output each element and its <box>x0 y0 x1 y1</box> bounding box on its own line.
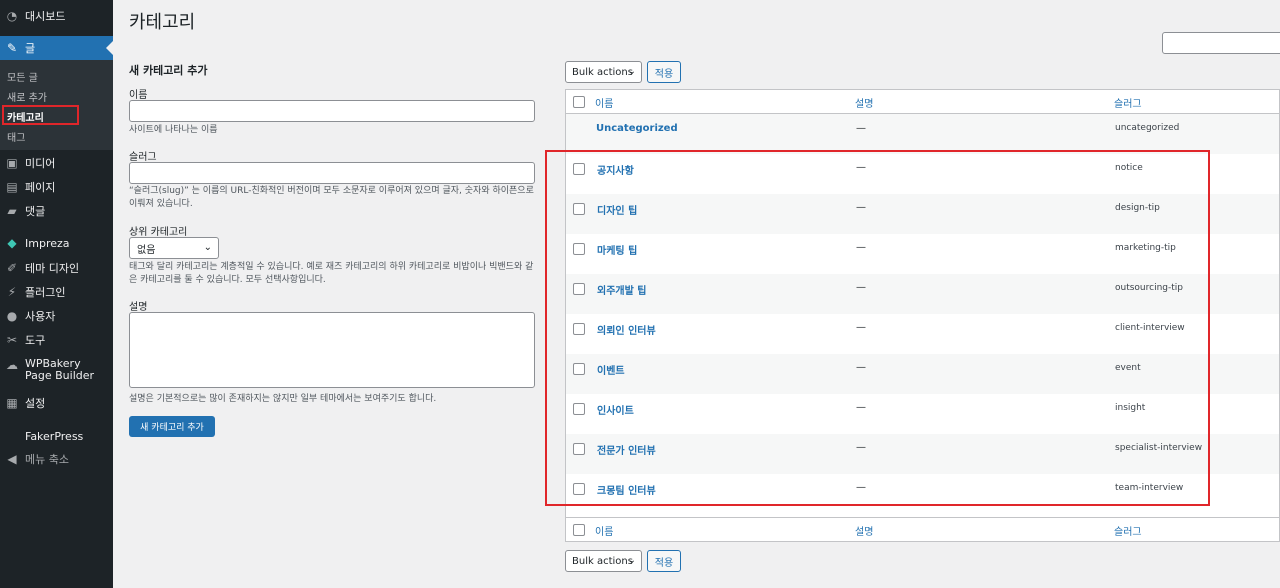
sidebar-item-label: 테마 디자인 <box>25 262 80 275</box>
page-title: 카테고리 <box>129 12 196 33</box>
sidebar-item-dashboard[interactable]: ◔ 대시보드 <box>0 4 113 28</box>
submenu-all-posts[interactable]: 모든 글 <box>7 69 38 84</box>
sidebar-item-impreza[interactable]: ◆ Impreza <box>0 231 113 255</box>
bulk-actions-label: Bulk actions <box>572 555 633 567</box>
select-all-checkbox-footer[interactable] <box>573 524 585 536</box>
column-slug-header[interactable]: 슬러그 <box>1114 95 1142 110</box>
diamond-icon: ◆ <box>7 236 17 250</box>
name-help: 사이트에 나타나는 이름 <box>129 125 218 135</box>
chevron-down-icon: ⌄ <box>203 242 212 253</box>
slug-help: “슬러그(slug)” 는 이름의 URL-친화적인 버전이며 모두 소문자로 … <box>129 186 534 209</box>
sidebar-item-label: Impreza <box>25 236 70 250</box>
apply-button-top[interactable]: 적용 <box>647 61 681 83</box>
sidebar-item-tools[interactable]: ✂ 도구 <box>0 328 113 352</box>
parent-category-select[interactable]: 없음 ⌄ <box>129 237 219 259</box>
sidebar-item-label: 플러그인 <box>25 286 66 299</box>
sidebar-item-pages[interactable]: ▤ 페이지 <box>0 175 113 199</box>
user-icon: ● <box>6 309 18 323</box>
settings-icon: ▦ <box>6 396 18 410</box>
column-description-footer[interactable]: 설명 <box>855 523 873 538</box>
description-textarea[interactable] <box>129 312 535 388</box>
category-slug: uncategorized <box>1115 123 1180 133</box>
add-category-button[interactable]: 새 카테고리 추가 <box>129 416 215 437</box>
pages-icon: ▤ <box>6 180 18 194</box>
slug-field[interactable] <box>129 162 535 184</box>
rows-highlight-box <box>545 150 1210 506</box>
sidebar-item-label: 대시보드 <box>25 10 66 23</box>
parent-category-value: 없음 <box>137 244 156 256</box>
sidebar-item-fakerpress[interactable]: FakerPress <box>0 424 113 448</box>
bulk-actions-select-bottom[interactable]: Bulk actions ⌄ <box>565 550 642 572</box>
fakerpress-icon <box>5 429 19 443</box>
sidebar-item-users[interactable]: ● 사용자 <box>0 304 113 328</box>
sidebar-item-label: 댓글 <box>25 205 46 218</box>
column-slug-footer[interactable]: 슬러그 <box>1114 523 1142 538</box>
sidebar-item-plugins[interactable]: ⚡ 플러그인 <box>0 280 113 304</box>
sidebar-item-label: 메뉴 축소 <box>25 453 69 466</box>
cloud-icon: ☁ <box>6 358 18 372</box>
sidebar-item-label: 도구 <box>25 334 46 347</box>
parent-label: 상위 카테고리 <box>129 227 188 238</box>
admin-sidebar: ◔ 대시보드 ✎ 글 모든 글 새로 추가 카테고리 태그 ▣ 미디어 ▤ 페이… <box>0 0 113 588</box>
bulk-actions-label: Bulk actions <box>572 66 633 78</box>
apply-button-bottom[interactable]: 적용 <box>647 550 681 572</box>
brush-icon: ✐ <box>6 261 18 275</box>
sidebar-item-posts[interactable]: ✎ 글 <box>0 36 113 60</box>
category-name-link[interactable]: Uncategorized <box>596 123 678 134</box>
sidebar-item-media[interactable]: ▣ 미디어 <box>0 151 113 175</box>
categories-highlight-box <box>2 105 79 125</box>
sidebar-item-label: WPBakery Page Builder <box>25 357 95 382</box>
sidebar-item-theme-design[interactable]: ✐ 테마 디자인 <box>0 256 113 280</box>
chevron-down-icon: ⌄ <box>627 66 636 77</box>
chevron-down-icon: ⌄ <box>627 555 636 566</box>
plugin-icon: ⚡ <box>7 285 17 299</box>
sidebar-item-wpbakery[interactable]: ☁ WPBakery Page Builder <box>0 358 113 388</box>
bulk-actions-select-top[interactable]: Bulk actions ⌄ <box>565 61 642 83</box>
collapse-icon: ◀ <box>7 452 17 466</box>
column-description-header[interactable]: 설명 <box>855 95 873 110</box>
sidebar-item-settings[interactable]: ▦ 설정 <box>0 391 113 415</box>
sidebar-collapse-menu[interactable]: ◀ 메뉴 축소 <box>0 447 113 471</box>
parent-help: 태그와 달리 카테고리는 계층적일 수 있습니다. 예로 재즈 카테고리의 하위… <box>129 262 534 285</box>
dashboard-icon: ◔ <box>6 9 18 23</box>
comments-icon: ▰ <box>7 204 17 218</box>
table-header: 이름 설명 슬러그 <box>566 90 1280 114</box>
table-footer: 이름 설명 슬러그 <box>566 517 1280 541</box>
sidebar-item-label: 글 <box>25 42 36 55</box>
column-name-header[interactable]: 이름 <box>595 95 613 110</box>
sidebar-item-comments[interactable]: ▰ 댓글 <box>0 199 113 223</box>
column-name-footer[interactable]: 이름 <box>595 523 613 538</box>
sidebar-item-label: 설정 <box>25 397 46 410</box>
search-input[interactable] <box>1162 32 1280 54</box>
media-icon: ▣ <box>6 156 18 170</box>
description-label: 설명 <box>129 302 148 313</box>
submenu-add-new[interactable]: 새로 추가 <box>7 89 47 104</box>
wrench-icon: ✂ <box>6 333 18 347</box>
form-heading: 새 카테고리 추가 <box>129 64 208 77</box>
sidebar-item-label: 미디어 <box>25 157 56 170</box>
category-description: — <box>856 123 866 134</box>
table-row: Uncategorized — uncategorized <box>566 114 1279 154</box>
name-field[interactable] <box>129 100 535 122</box>
sidebar-item-label: 사용자 <box>25 310 56 323</box>
sidebar-item-label: FakerPress <box>25 429 84 443</box>
sidebar-item-label: 페이지 <box>25 181 56 194</box>
pin-icon: ✎ <box>6 41 18 55</box>
select-all-checkbox[interactable] <box>573 96 585 108</box>
description-help: 설명은 기본적으로는 많이 존재하지는 않지만 일부 테마에서는 보여주기도 합… <box>129 394 437 404</box>
slug-label: 슬러그 <box>129 152 157 163</box>
submenu-tags[interactable]: 태그 <box>7 129 25 144</box>
name-label: 이름 <box>129 90 148 101</box>
